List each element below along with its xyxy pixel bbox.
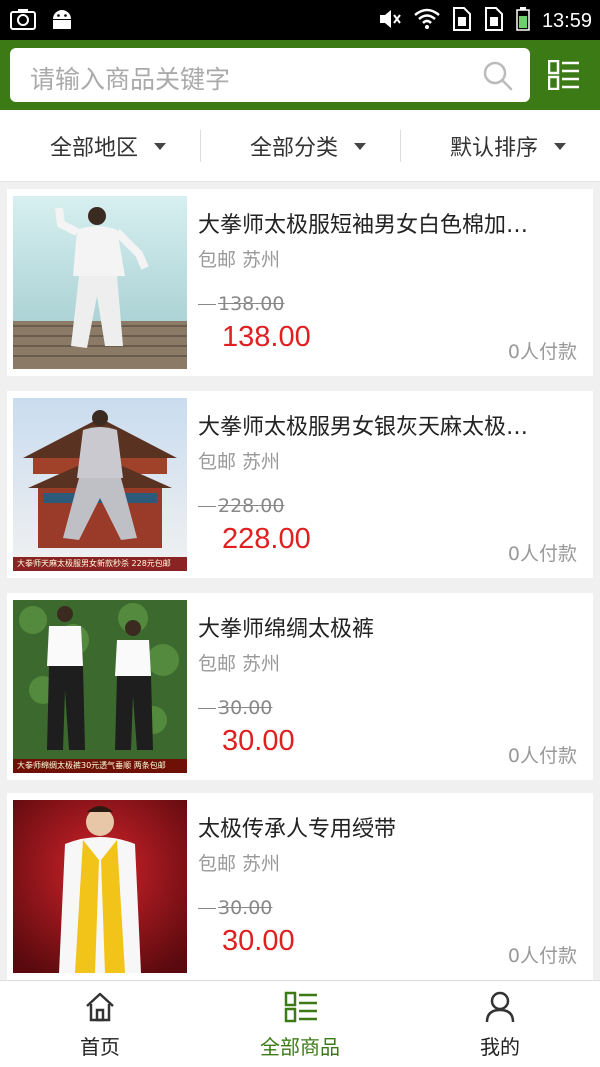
paid-count: 0人付款 — [507, 945, 577, 967]
location: 苏州 — [242, 653, 281, 675]
product-card[interactable]: 大拳师绵绸太极裤30元透气垂顺 两条包邮 大拳师绵绸太极裤 包邮 苏州 30.00… — [7, 593, 593, 780]
product-title[interactable]: 大拳师太极服短袖男女白色棉加… — [198, 207, 578, 239]
current-price: 30.00 — [222, 725, 295, 757]
user-icon — [484, 991, 516, 1027]
product-image[interactable] — [13, 196, 187, 369]
location: 苏州 — [242, 451, 281, 473]
shipping-tag: 包邮 — [198, 249, 237, 271]
status-bar: 13:59 — [0, 0, 600, 40]
nav-all-products-label: 全部商品 — [260, 1035, 340, 1059]
nav-home-label: 首页 — [80, 1035, 120, 1059]
filter-category[interactable]: 全部分类 — [250, 110, 367, 182]
caret-down-icon — [154, 142, 167, 150]
shipping-tag: 包邮 — [198, 853, 237, 875]
product-meta: 包邮 苏州 — [198, 649, 280, 676]
original-price: 138.00 — [198, 293, 284, 315]
original-price: 228.00 — [198, 495, 284, 517]
paid-count: 0人付款 — [507, 341, 577, 363]
filter-region-label: 全部地区 — [50, 136, 139, 161]
search-input[interactable]: 请输入商品关键字 — [10, 48, 530, 102]
caret-down-icon — [354, 142, 367, 150]
header: 请输入商品关键字 — [0, 40, 600, 110]
sim-icon — [452, 7, 472, 35]
product-image[interactable]: 大拳师天麻太极服男女新款秒杀 228元包邮 — [13, 398, 187, 571]
original-price: 30.00 — [198, 697, 272, 719]
filter-sort[interactable]: 默认排序 — [450, 110, 567, 182]
search-icon[interactable] — [482, 60, 514, 96]
shipping-tag: 包邮 — [198, 653, 237, 675]
product-image[interactable]: 大拳师绵绸太极裤30元透气垂顺 两条包邮 — [13, 600, 187, 773]
product-image[interactable] — [13, 800, 187, 973]
original-price-value: 30.00 — [218, 897, 273, 919]
location: 苏州 — [242, 853, 281, 875]
product-meta: 包邮 苏州 — [198, 245, 280, 272]
caret-down-icon — [554, 142, 567, 150]
product-title[interactable]: 大拳师绵绸太极裤 — [198, 611, 578, 643]
filter-region[interactable]: 全部地区 — [50, 110, 167, 182]
product-card[interactable]: 太极传承人专用绶带 包邮 苏州 30.00 30.00 0人付款 — [7, 793, 593, 980]
nav-home[interactable]: 首页 — [0, 981, 200, 1067]
search-placeholder: 请输入商品关键字 — [30, 65, 231, 94]
wifi-icon — [414, 8, 440, 34]
mute-icon — [378, 8, 402, 34]
paid-count: 0人付款 — [507, 543, 577, 565]
image-caption: 大拳师绵绸太极裤30元透气垂顺 两条包邮 — [13, 759, 187, 773]
nav-profile-label: 我的 — [480, 1035, 520, 1059]
screenshot-icon — [10, 8, 36, 34]
location: 苏州 — [242, 249, 281, 271]
divider — [200, 130, 201, 162]
product-meta: 包邮 苏州 — [198, 447, 280, 474]
original-price-value: 30.00 — [218, 697, 273, 719]
product-title[interactable]: 大拳师太极服男女银灰天麻太极… — [198, 409, 578, 441]
current-price: 30.00 — [222, 925, 295, 957]
product-title[interactable]: 太极传承人专用绶带 — [198, 811, 578, 843]
original-price-value: 138.00 — [218, 293, 285, 315]
original-price: 30.00 — [198, 897, 272, 919]
filter-sort-label: 默认排序 — [450, 136, 539, 161]
android-icon — [50, 8, 74, 34]
image-caption: 大拳师天麻太极服男女新款秒杀 228元包邮 — [13, 557, 187, 571]
filter-bar: 全部地区 全部分类 默认排序 — [0, 110, 600, 182]
product-card[interactable]: 大拳师太极服短袖男女白色棉加… 包邮 苏州 138.00 138.00 0人付款 — [7, 189, 593, 376]
home-icon — [84, 991, 116, 1027]
filter-category-label: 全部分类 — [250, 136, 339, 161]
paid-count: 0人付款 — [507, 745, 577, 767]
product-card[interactable]: 大拳师天麻太极服男女新款秒杀 228元包邮 大拳师太极服男女银灰天麻太极… 包邮… — [7, 391, 593, 578]
product-meta: 包邮 苏州 — [198, 849, 280, 876]
battery-icon — [516, 7, 530, 35]
original-price-value: 228.00 — [218, 495, 285, 517]
nav-profile[interactable]: 我的 — [400, 981, 600, 1067]
category-menu-icon[interactable] — [547, 59, 580, 94]
list-icon — [284, 991, 318, 1027]
current-price: 138.00 — [222, 321, 311, 353]
clock: 13:59 — [541, 9, 592, 32]
shipping-tag: 包邮 — [198, 451, 237, 473]
nav-all-products[interactable]: 全部商品 — [200, 981, 400, 1067]
divider — [400, 130, 401, 162]
sim-icon — [484, 7, 504, 35]
current-price: 228.00 — [222, 523, 311, 555]
bottom-nav: 首页 全部商品 我的 — [0, 980, 600, 1067]
